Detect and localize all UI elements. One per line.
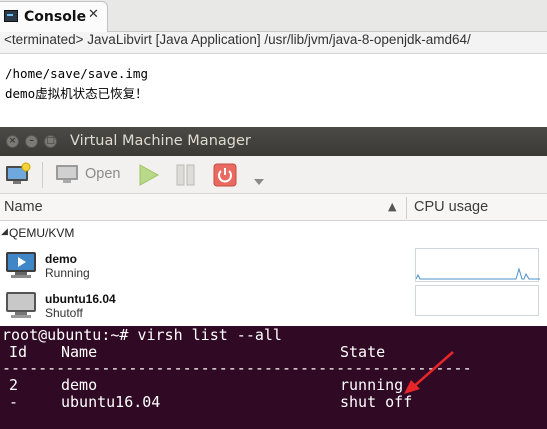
console-output-line: demo虚拟机状态已恢复！ (5, 86, 148, 101)
vm-list-header: Name ▲ CPU usage (0, 194, 547, 221)
expander-icon[interactable]: ◢ (1, 227, 8, 237)
virt-manager-window: × – □ Virtual Machine Manager Open Name … (0, 127, 547, 326)
open-console-button[interactable] (55, 163, 81, 191)
vm-name: ubuntu16.04 (45, 292, 116, 306)
maximize-window-button[interactable]: □ (44, 135, 57, 148)
chevron-down-icon (254, 179, 264, 185)
console-tab-title: Console (24, 9, 87, 25)
vm-state: Running (45, 266, 90, 280)
connection-label: QEMU/KVM (9, 226, 75, 240)
monitor-play-icon (5, 251, 37, 279)
monitor-off-icon (5, 291, 37, 319)
sort-ascending-icon: ▲ (388, 200, 397, 213)
shutdown-menu-button[interactable] (253, 171, 265, 190)
open-button-label[interactable]: Open (85, 166, 120, 182)
console-tab-bar: Console ✕ (0, 0, 547, 32)
toolbar: Open (0, 156, 547, 194)
window-titlebar: × – □ Virtual Machine Manager (0, 127, 547, 156)
console-output: /home/save/save.img demo虚拟机状态已恢复！ (5, 64, 148, 104)
terminal-row-id: - (9, 393, 19, 411)
vm-row-demo[interactable]: demo Running (0, 245, 547, 285)
annotation-arrow-icon (404, 351, 454, 394)
column-divider[interactable] (406, 197, 407, 219)
toolbar-separator (42, 162, 43, 188)
cpu-usage-graph (415, 248, 540, 282)
terminal-row-state: running (340, 376, 404, 394)
terminal-row-name: demo (61, 376, 98, 394)
close-icon[interactable]: ✕ (88, 7, 99, 22)
console-icon (4, 10, 18, 22)
new-vm-icon (6, 162, 31, 184)
console-output-line: /home/save/save.img (5, 66, 148, 81)
monitor-icon (56, 165, 78, 183)
terminal-row-id: 2 (9, 376, 19, 394)
power-icon (213, 163, 237, 187)
run-button[interactable] (138, 164, 160, 190)
pause-icon (176, 164, 195, 186)
cpu-usage-graph (415, 285, 539, 316)
column-header-cpu-usage[interactable]: CPU usage (414, 199, 488, 215)
pause-button[interactable] (175, 164, 197, 190)
console-status-line: <terminated> JavaLibvirt [Java Applicati… (0, 32, 547, 54)
vm-name: demo (45, 252, 78, 266)
new-vm-button[interactable] (5, 162, 31, 190)
console-tab[interactable]: Console ✕ (0, 1, 108, 32)
vm-list: ◢ QEMU/KVM demo Running ubuntu16.04 Shut… (0, 221, 547, 326)
terminal-prompt-line: root@ubuntu:~# virsh list --all (2, 326, 282, 344)
window-title: Virtual Machine Manager (70, 133, 251, 149)
terminal-row-name: ubuntu16.04 (61, 393, 161, 411)
vm-row-ubuntu16-04[interactable]: ubuntu16.04 Shutoff (0, 285, 547, 325)
play-icon (139, 164, 160, 186)
terminal[interactable]: root@ubuntu:~# virsh list --all Id Name … (0, 326, 547, 429)
minimize-window-button[interactable]: – (25, 135, 38, 148)
column-header-name[interactable]: Name (4, 199, 43, 215)
vm-state: Shutoff (45, 306, 83, 320)
shutdown-button[interactable] (213, 163, 237, 191)
close-window-button[interactable]: × (6, 135, 19, 148)
eclipse-console-panel: Console ✕ <terminated> JavaLibvirt [Java… (0, 0, 547, 127)
